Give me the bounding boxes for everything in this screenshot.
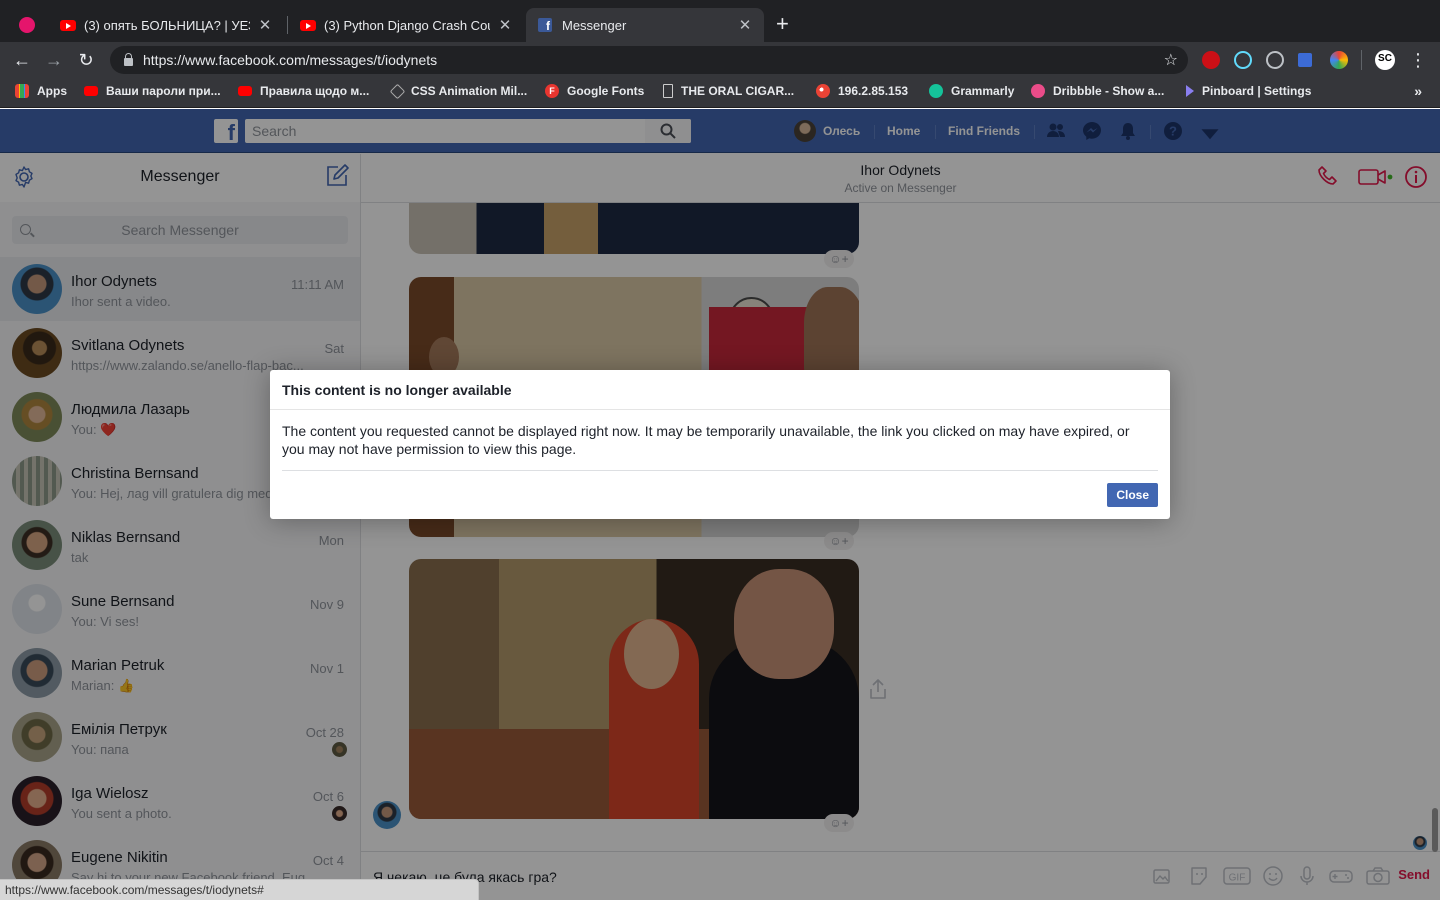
bookmark-apps[interactable]: Apps <box>15 84 67 98</box>
address-url[interactable]: https://www.facebook.com/messages/t/iody… <box>143 52 437 68</box>
dribbble-icon <box>1031 84 1045 98</box>
bookmark-item[interactable]: F Google Fonts <box>545 84 644 98</box>
bookmark-item[interactable]: Grammarly <box>929 84 1014 98</box>
close-tab-icon[interactable]: ✕ <box>498 16 512 34</box>
pinboard-icon <box>1186 85 1194 97</box>
new-tab-button[interactable]: + <box>776 13 789 35</box>
browser-toolbar: ← → ↻ https://www.facebook.com/messages/… <box>0 42 1440 78</box>
back-icon[interactable]: ← <box>10 48 34 72</box>
bookmark-label: THE ORAL CIGAR... <box>681 84 795 98</box>
close-tab-icon[interactable]: ✕ <box>258 16 272 34</box>
bookmark-label: Apps <box>37 84 67 98</box>
browser-menu-icon[interactable]: ⋮ <box>1406 48 1430 72</box>
dialog-title: This content is no longer available <box>270 370 1170 410</box>
browser-tab-active[interactable]: f Messenger ✕ <box>526 8 764 42</box>
color-picker-icon[interactable] <box>1330 51 1348 69</box>
youtube-icon <box>84 86 98 96</box>
opera-extension-icon[interactable] <box>1202 51 1220 69</box>
youtube-icon <box>60 19 76 31</box>
bookmark-label: Dribbble - Show a... <box>1053 84 1165 98</box>
link-status-bar: https://www.facebook.com/messages/t/iody… <box>0 879 479 900</box>
dialog-message: The content you requested cannot be disp… <box>282 423 1130 457</box>
youtube-icon <box>238 86 252 96</box>
browser-tab-2[interactable]: (3) Python Django Crash Cours ✕ <box>288 8 524 42</box>
grammarly-icon <box>929 84 943 98</box>
bookmark-item[interactable]: THE ORAL CIGAR... <box>663 84 794 98</box>
profile-avatar-icon[interactable]: SC <box>1375 50 1395 70</box>
tab-title: Messenger <box>562 17 627 33</box>
content-unavailable-dialog: This content is no longer available The … <box>270 370 1170 519</box>
bookmark-label: Правила щодо м... <box>260 84 370 98</box>
bookmark-item[interactable]: Ваши пароли при... <box>84 84 221 98</box>
bookmark-item[interactable]: Правила щодо м... <box>238 84 369 98</box>
bookmark-label: CSS Animation Mil... <box>411 84 528 98</box>
bookmark-label: Ваши пароли при... <box>106 84 221 98</box>
google-fonts-icon: F <box>545 84 559 98</box>
bookmark-star-icon[interactable]: ☆ <box>1164 50 1178 70</box>
close-tab-icon[interactable]: ✕ <box>738 16 752 34</box>
bookmark-item[interactable]: Dribbble - Show a... <box>1031 84 1164 98</box>
bookmarks-bar: Apps Ваши пароли при... Правила щодо м..… <box>0 78 1440 108</box>
close-button[interactable]: Close <box>1107 483 1158 507</box>
pinned-tab-icon[interactable] <box>19 17 35 33</box>
document-icon <box>663 84 673 98</box>
chip-extension-icon[interactable] <box>1298 53 1312 67</box>
browser-tab-1[interactable]: (3) опять БОЛЬНИЦА? | УЕЗЖ ✕ <box>48 8 284 42</box>
bookmark-label: Grammarly <box>951 84 1015 98</box>
apps-icon <box>15 84 29 98</box>
tab-title: (3) Python Django Crash Cours <box>324 17 490 33</box>
forward-icon[interactable]: → <box>42 48 66 72</box>
toolbar-divider <box>1361 50 1362 70</box>
cdn-icon <box>816 84 830 98</box>
tab-title: (3) опять БОЛЬНИЦА? | УЕЗЖ <box>84 17 250 33</box>
scrollbar-thumb[interactable] <box>1432 808 1438 852</box>
dialog-divider <box>282 470 1158 471</box>
bookmark-item[interactable]: CSS Animation Mil... <box>389 83 528 99</box>
bookmark-label: Pinboard | Settings <box>1202 84 1312 98</box>
target-extension-icon[interactable] <box>1266 51 1284 69</box>
facebook-icon: f <box>538 18 552 33</box>
bookmark-label: 196.2.85.153 <box>838 84 909 98</box>
bookmarks-overflow-icon[interactable]: » <box>1414 83 1422 99</box>
lock-icon <box>124 53 133 66</box>
address-bar[interactable]: https://www.facebook.com/messages/t/iody… <box>110 46 1188 74</box>
bookmark-item[interactable]: 196.2.85.153 <box>816 84 908 98</box>
reload-icon[interactable]: ↻ <box>74 48 98 72</box>
browser-tab-bar: (3) опять БОЛЬНИЦА? | УЕЗЖ ✕ (3) Python … <box>0 0 1440 42</box>
react-devtools-icon[interactable] <box>1234 51 1252 69</box>
youtube-icon <box>300 19 316 31</box>
cube-icon <box>389 83 406 99</box>
bookmark-item[interactable]: Pinboard | Settings <box>1186 84 1311 98</box>
bookmark-label: Google Fonts <box>567 84 645 98</box>
